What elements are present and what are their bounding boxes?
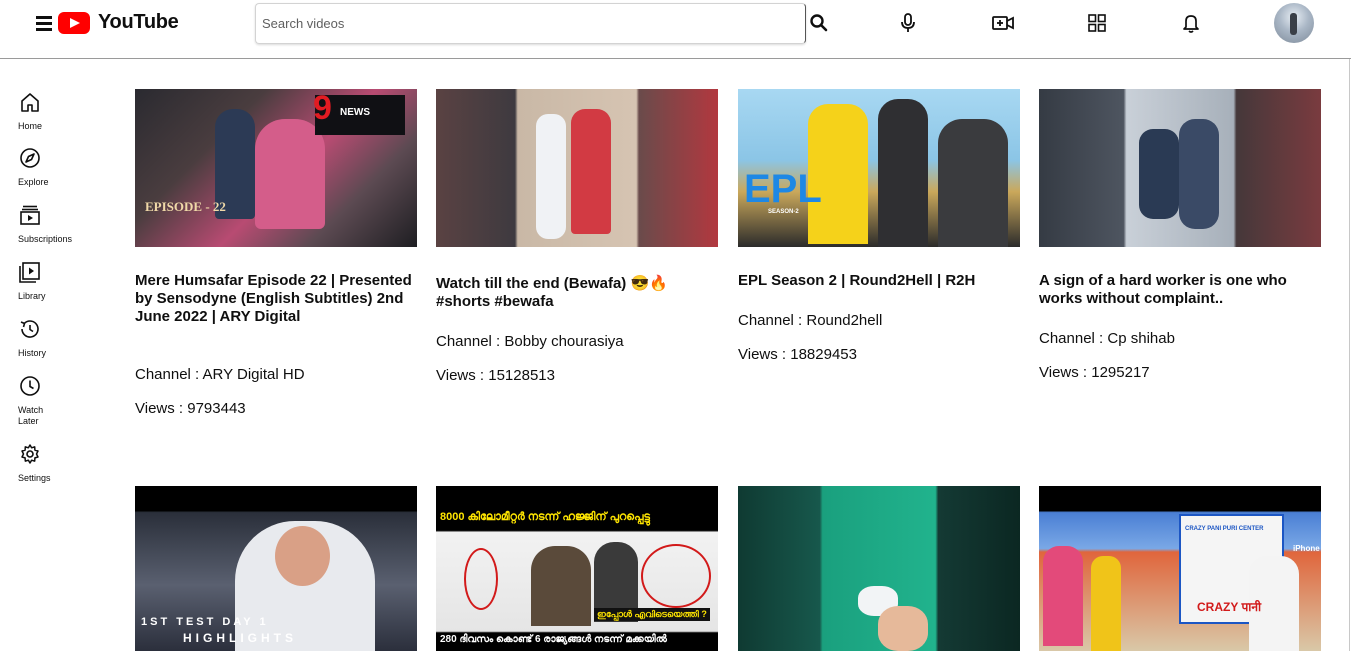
sidebar-item-label: Watch Later [18, 405, 44, 426]
video-thumbnail[interactable]: EPL SEASON-2 [738, 89, 1020, 247]
sidebar-item-explore[interactable]: Explore [18, 147, 88, 188]
thumbnail-caption: CRAZY PANI PURI CENTER [1185, 526, 1264, 532]
thumbnail-badge: ഇപ്പോൾ എവിടെയെത്തി ? [594, 608, 710, 621]
video-thumbnail[interactable]: 1ST TEST DAY 1 HIGHLIGHTS [135, 486, 417, 651]
top-bar: YouTube [0, 0, 1351, 59]
home-icon [21, 93, 39, 112]
sidebar-item-subscriptions[interactable]: Subscriptions [18, 204, 88, 245]
sidebar-item-label: History [18, 348, 47, 358]
thumbnail-caption: 8000 കിലോമീറ്റർ നടന്ന് ഹജ്ജിന് പുറപ്പെട്… [440, 511, 650, 523]
history-icon [20, 320, 39, 338]
sidebar-item-history[interactable]: History [18, 318, 88, 359]
clock-icon [20, 376, 40, 396]
view-count: Views : 1295217 [1039, 364, 1150, 381]
video-thumbnail[interactable]: CRAZY PANI PURI CENTER CRAZY पानी iPhone [1039, 486, 1321, 651]
youtube-play-icon [58, 11, 90, 34]
video-thumbnail[interactable] [436, 89, 718, 247]
sidebar-item-label: Library [18, 291, 46, 301]
channel-name[interactable]: Channel : Round2hell [738, 312, 882, 330]
thumbnail-caption: EPL [744, 167, 822, 211]
thumbnail-caption: 1ST TEST DAY 1 [141, 616, 269, 628]
compass-icon [20, 148, 40, 168]
avatar[interactable] [1274, 3, 1314, 43]
sidebar-item-watch-later[interactable]: Watch Later [18, 375, 88, 427]
sidebar-item-library[interactable]: Library [18, 261, 88, 302]
thumbnail-logo-subtext: NEWS [340, 107, 370, 118]
video-title[interactable]: Mere Humsafar Episode 22 | Presented by … [135, 272, 417, 326]
thumbnail-logo-text: 9 [313, 89, 332, 127]
brand-name: YouTube [98, 11, 179, 33]
view-count: Views : 9793443 [135, 400, 246, 417]
video-thumbnail[interactable] [738, 486, 1020, 651]
channel-name[interactable]: Channel : ARY Digital HD [135, 366, 305, 384]
view-count: Views : 18829453 [738, 346, 857, 363]
channel-name[interactable]: Channel : Bobby chourasiya [436, 333, 624, 351]
library-icon [19, 262, 40, 283]
notifications-bell-icon[interactable] [1176, 8, 1206, 38]
create-video-icon[interactable] [988, 8, 1018, 38]
sidebar-item-home[interactable]: Home [18, 91, 88, 132]
search-icon[interactable] [804, 8, 834, 38]
thumbnail-subcaption: SEASON-2 [768, 209, 799, 215]
channel-name[interactable]: Channel : Cp shihab [1039, 330, 1175, 348]
video-title[interactable]: EPL Season 2 | Round2Hell | R2H [738, 272, 1020, 290]
sidebar-item-settings[interactable]: Settings [18, 443, 88, 484]
thumbnail-subcaption: 280 ദിവസം കൊണ്ട് 6 രാജ്യങ്ങൾ നടന്ന് മക്ക… [440, 634, 667, 645]
gear-icon [21, 444, 39, 464]
video-thumbnail[interactable]: 9 NEWS EPISODE - 22 [135, 89, 417, 247]
view-count: Views : 15128513 [436, 367, 555, 384]
thumbnail-subcaption: CRAZY पानी [1197, 600, 1262, 614]
video-title[interactable]: A sign of a hard worker is one who works… [1039, 272, 1321, 308]
sidebar-item-label: Home [18, 121, 43, 131]
sidebar-item-label: Settings [18, 473, 51, 483]
sidebar-item-label: Subscriptions [18, 234, 73, 244]
youtube-logo[interactable]: YouTube [58, 11, 179, 34]
video-thumbnail[interactable] [1039, 89, 1321, 247]
video-title[interactable]: Watch till the end (Bewafa) 😎🔥 #shorts #… [436, 275, 718, 311]
search-box [255, 3, 806, 44]
search-input[interactable] [256, 4, 805, 43]
microphone-icon[interactable] [893, 8, 923, 38]
thumbnail-caption: EPISODE - 22 [145, 199, 226, 214]
menu-icon[interactable] [34, 14, 54, 32]
scrollbar-track[interactable] [1349, 59, 1350, 651]
apps-grid-icon[interactable] [1082, 8, 1112, 38]
subscriptions-icon [20, 205, 40, 225]
sidebar-item-label: Explore [18, 177, 49, 187]
video-thumbnail[interactable]: 8000 കിലോമീറ്റർ നടന്ന് ഹജ്ജിന് പുറപ്പെട്… [436, 486, 718, 651]
thumbnail-subcaption: HIGHLIGHTS [183, 631, 297, 645]
thumbnail-badge: iPhone [1293, 544, 1320, 553]
